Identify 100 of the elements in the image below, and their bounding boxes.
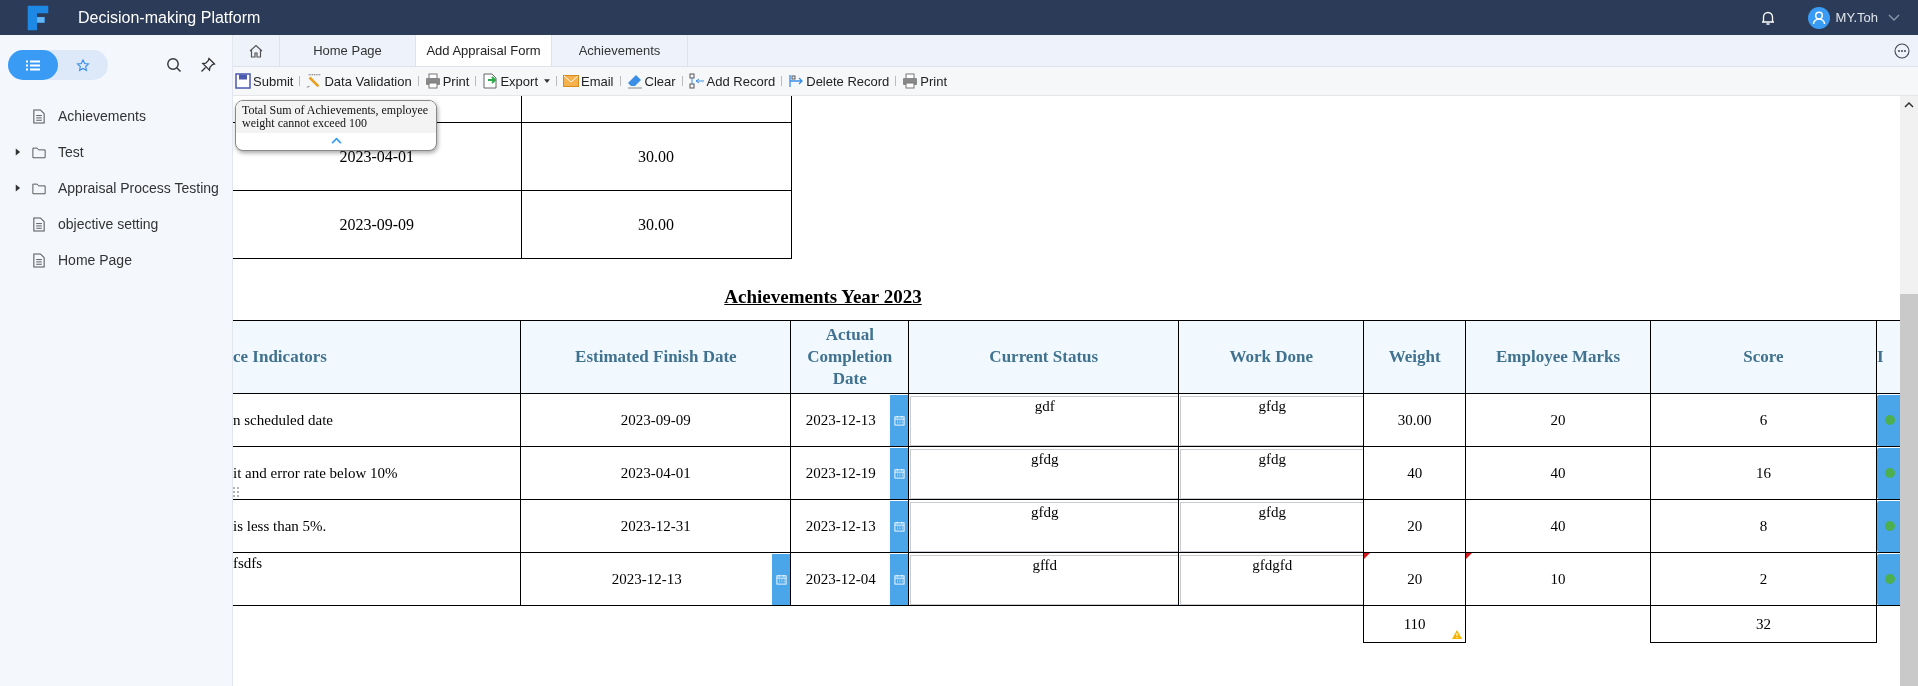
- table-cell: 2023-04-01: [620, 464, 691, 482]
- text-area[interactable]: gfdg: [1180, 449, 1364, 499]
- date-field[interactable]: 2023-12-13: [791, 394, 909, 446]
- expand-arrow-icon[interactable]: [14, 184, 21, 192]
- folder-icon: [32, 144, 46, 160]
- text-area[interactable]: gdf: [910, 396, 1179, 446]
- row-action-button[interactable]: [1877, 394, 1900, 446]
- toolbar-button[interactable]: Print: [902, 73, 948, 89]
- item-label: Achievements: [58, 108, 146, 124]
- circle-icon: [1884, 521, 1895, 531]
- avatar-icon[interactable]: [1807, 6, 1830, 29]
- circle-icon: [1884, 468, 1895, 478]
- document-icon: [32, 108, 46, 124]
- app-title: Decision-making Platform: [78, 8, 261, 27]
- date-field[interactable]: 2023-12-13: [521, 553, 791, 605]
- calendar-icon[interactable]: [893, 414, 905, 426]
- table-cell: 30.00: [521, 122, 791, 191]
- date-field[interactable]: 2023-12-19: [791, 447, 909, 499]
- calendar-icon[interactable]: [893, 467, 905, 479]
- envelope-icon: [563, 73, 579, 89]
- scrollbar[interactable]: [1900, 96, 1918, 686]
- table-cell: 6: [1759, 411, 1768, 429]
- toolbar-button[interactable]: Export: [482, 73, 550, 89]
- pin-icon[interactable]: [200, 57, 216, 73]
- sidebar-item[interactable]: objective setting: [0, 206, 232, 242]
- document-icon: [32, 252, 46, 268]
- eraser-icon: [626, 73, 643, 89]
- toolbar-button[interactable]: Delete Record: [788, 73, 890, 89]
- column-header: Employee Marks: [1465, 320, 1651, 394]
- text-area[interactable]: gfdgfd: [1180, 555, 1364, 605]
- table-cell: 20: [1550, 411, 1566, 429]
- bell-icon[interactable]: [1759, 9, 1776, 26]
- table-cell: 2: [1759, 570, 1768, 588]
- column-header: Current Status: [908, 320, 1179, 394]
- drag-handle-icon[interactable]: [233, 486, 239, 498]
- document-icon: [32, 216, 46, 232]
- column-header: Estimated Finish Date: [520, 320, 791, 394]
- home-icon: [248, 42, 264, 59]
- table-cell: 40: [1550, 464, 1566, 482]
- text-area[interactable]: gfdg: [1180, 396, 1364, 446]
- total-cell: 32: [1756, 615, 1771, 633]
- search-icon[interactable]: [166, 57, 182, 73]
- star-icon: [76, 58, 90, 72]
- more-icon[interactable]: [1894, 42, 1910, 59]
- list-view-button[interactable]: [8, 50, 58, 80]
- table-cell: 30.00: [521, 190, 791, 259]
- column-header: Weight: [1363, 320, 1466, 394]
- table-cell: 2023-09-09: [620, 411, 691, 429]
- list-icon: [26, 58, 40, 72]
- delete-row-icon: [788, 73, 805, 89]
- printer-icon: [902, 73, 919, 89]
- toolbar-button[interactable]: Print: [424, 73, 470, 89]
- scroll-up-icon[interactable]: [1904, 102, 1914, 108]
- sidebar-item[interactable]: Home Page: [0, 242, 232, 278]
- table-cell: 40: [1407, 464, 1423, 482]
- column-header: Actual Completion Date: [790, 320, 909, 394]
- printer-icon: [424, 73, 441, 89]
- calendar-icon[interactable]: [775, 573, 787, 585]
- item-label: Appraisal Process Testing: [58, 180, 219, 196]
- tab[interactable]: Achievements: [552, 35, 688, 66]
- column-header: Score: [1650, 320, 1877, 394]
- row-action-button[interactable]: [1877, 553, 1900, 605]
- table-cell: 8: [1759, 517, 1768, 535]
- toolbar-button[interactable]: Clear: [626, 73, 676, 89]
- table-cell: 30.00: [1397, 411, 1432, 429]
- column-header: Work Done: [1178, 320, 1364, 394]
- toolbar-button[interactable]: Data Validation: [306, 73, 412, 89]
- table-cell: 20: [1407, 570, 1423, 588]
- toolbar-button[interactable]: Email: [563, 73, 614, 89]
- chevron-down-icon[interactable]: [1888, 13, 1900, 22]
- circle-icon: [1884, 415, 1895, 425]
- column-header: ce Indicators: [233, 320, 521, 394]
- sidebar-item[interactable]: Appraisal Process Testing: [0, 170, 232, 206]
- add-row-icon: [688, 73, 705, 89]
- column-header: I: [1876, 320, 1900, 394]
- date-field[interactable]: 2023-12-04: [791, 553, 909, 605]
- calendar-icon[interactable]: [893, 573, 905, 585]
- text-area[interactable]: gfdg: [910, 502, 1179, 552]
- table-cell: 10: [1550, 570, 1566, 588]
- item-label: Home Page: [58, 252, 132, 268]
- toolbar-button[interactable]: Add Record: [688, 73, 776, 89]
- text-area[interactable]: gfdg: [910, 449, 1179, 499]
- tab[interactable]: Add Appraisal Form: [416, 35, 552, 66]
- date-field[interactable]: 2023-12-13: [791, 500, 909, 552]
- indicator-text: it and error rate below 10%: [233, 464, 398, 482]
- row-action-button[interactable]: [1877, 500, 1900, 552]
- toolbar-button[interactable]: Submit: [235, 73, 294, 89]
- indicator-text: n scheduled date: [233, 411, 333, 429]
- table-cell: 2023-12-31: [620, 517, 691, 535]
- sidebar-item[interactable]: Achievements: [0, 98, 232, 134]
- row-action-button[interactable]: [1877, 447, 1900, 499]
- sidebar-item[interactable]: Test: [0, 134, 232, 170]
- expand-arrow-icon[interactable]: [14, 148, 21, 156]
- item-label: Test: [58, 144, 84, 160]
- text-area[interactable]: gffd: [910, 555, 1179, 605]
- caret-up-icon[interactable]: [330, 137, 342, 144]
- folder-icon: [32, 180, 46, 196]
- text-area[interactable]: gfdg: [1180, 502, 1364, 552]
- calendar-icon[interactable]: [893, 520, 905, 532]
- user-name[interactable]: MY.Toh: [1835, 10, 1878, 25]
